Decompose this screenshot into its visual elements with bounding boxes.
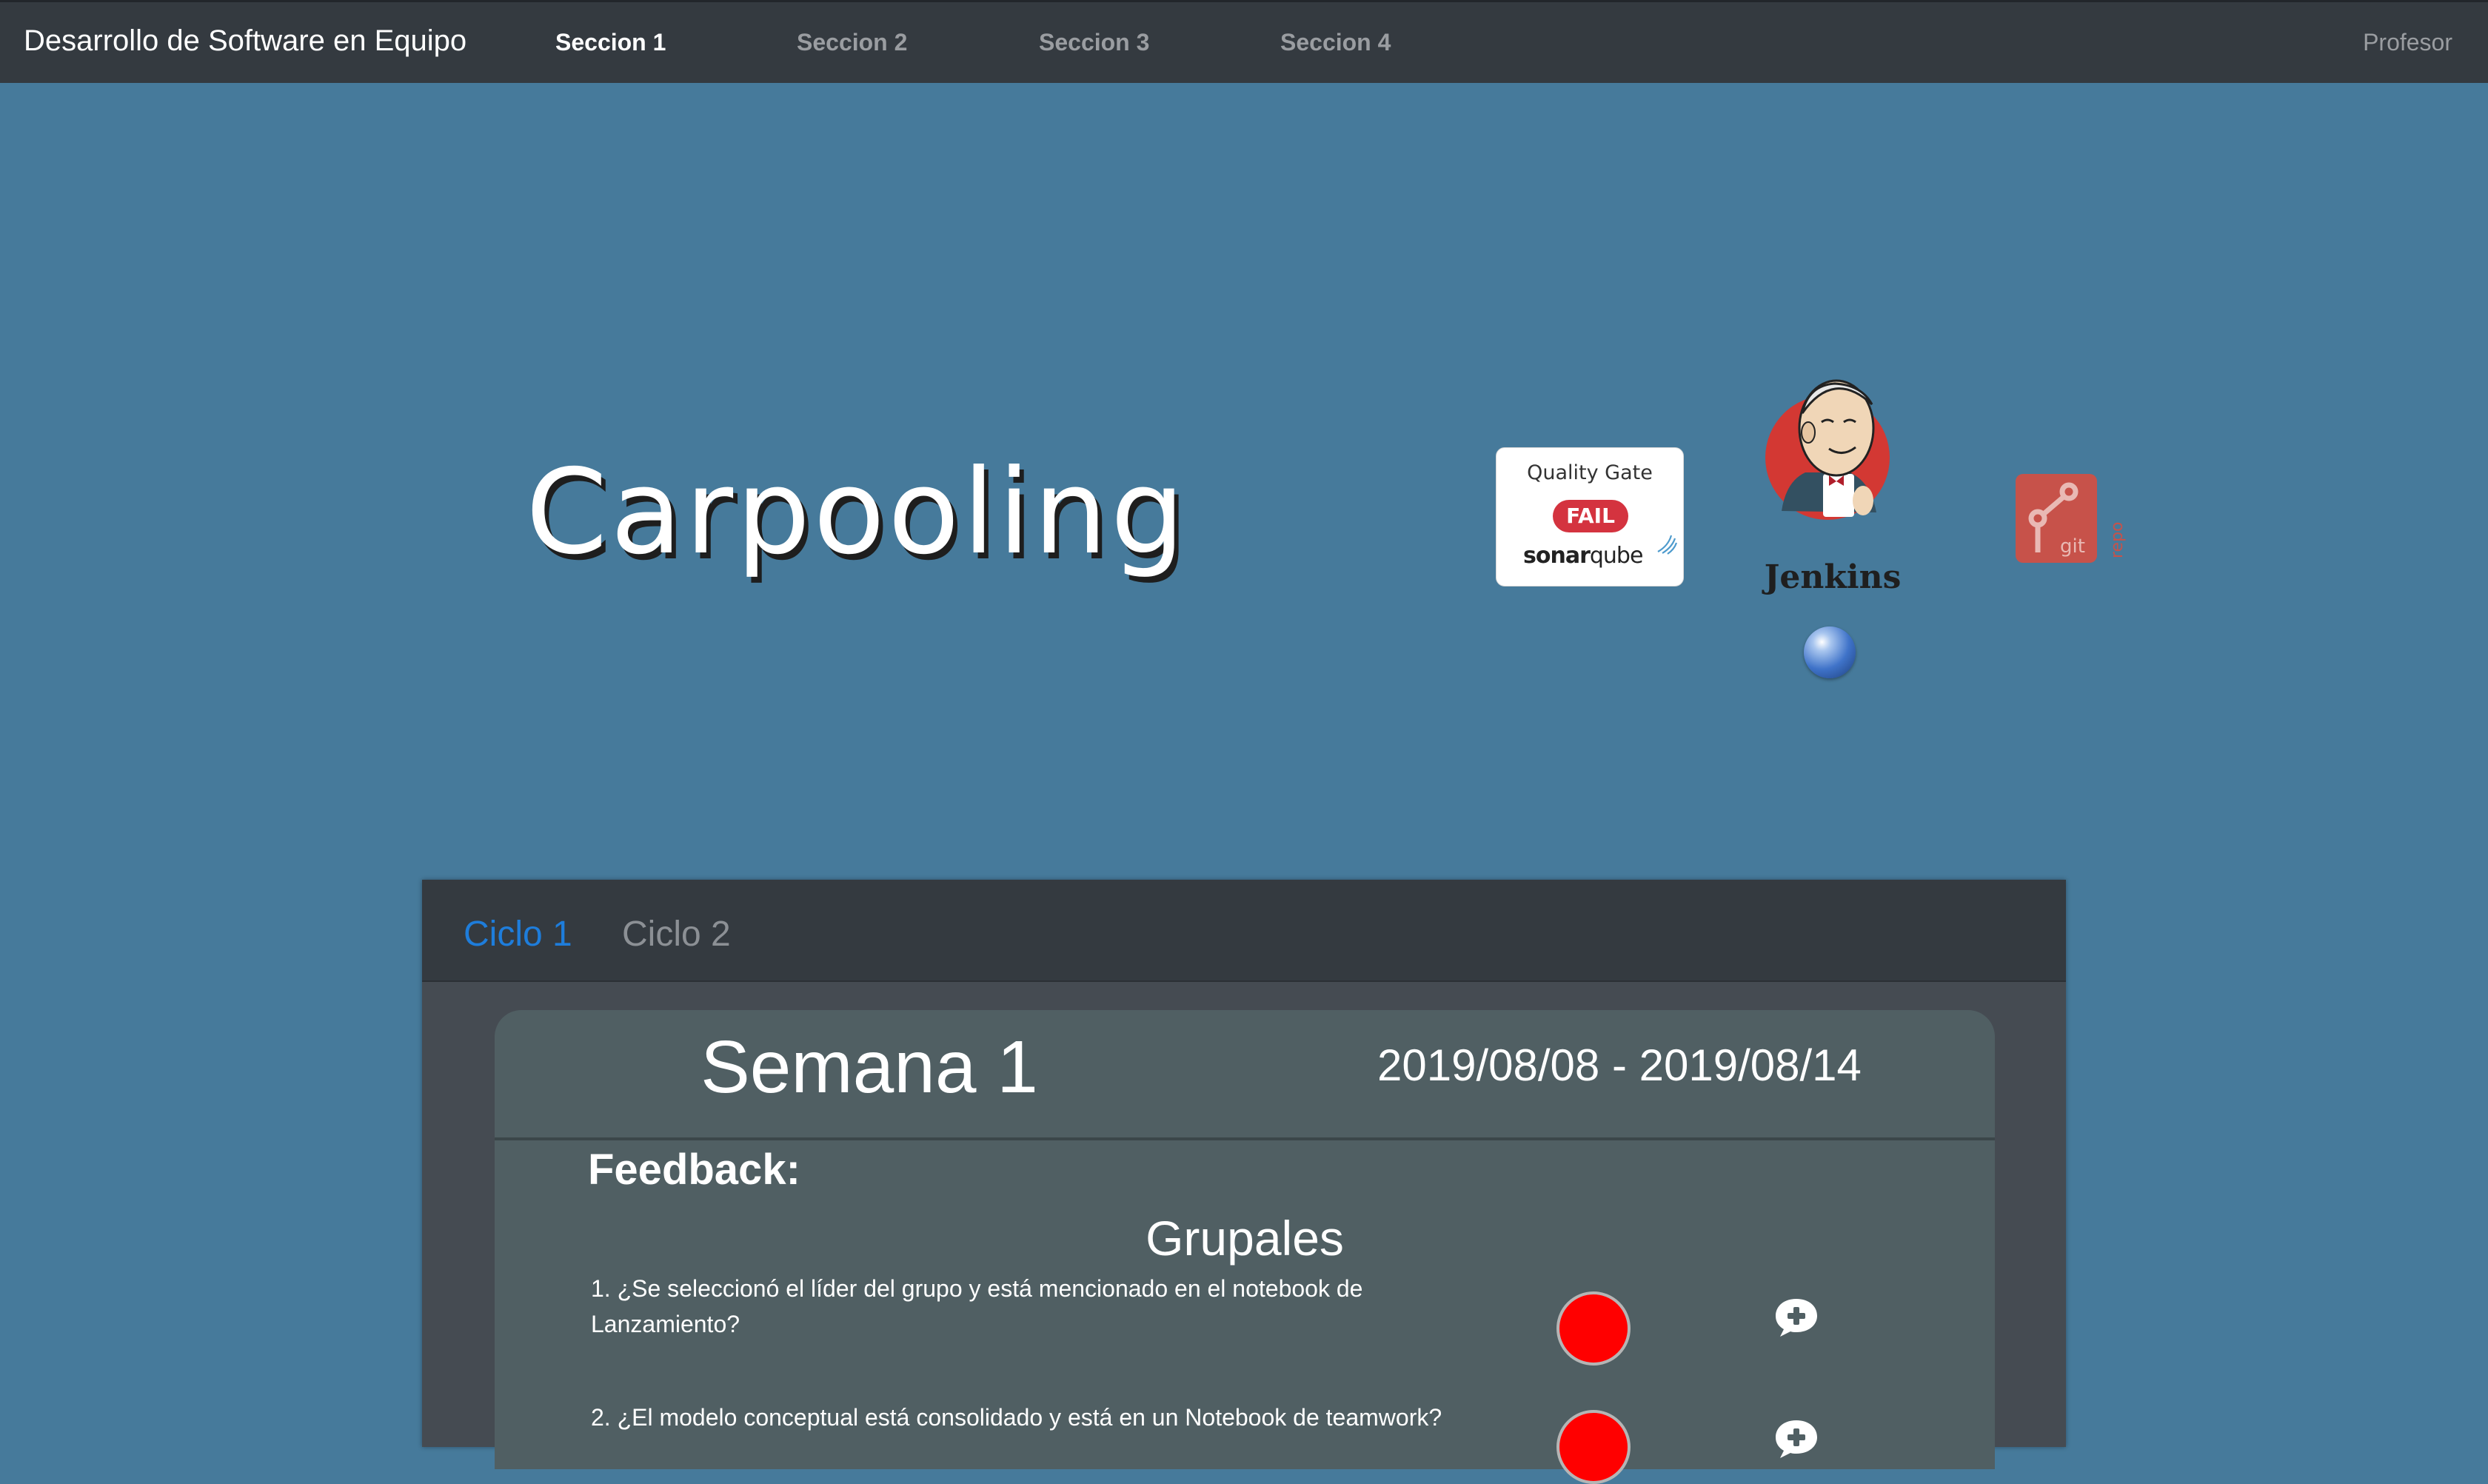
week-header: Semana 1 2019/08/08 - 2019/08/14 — [495, 1010, 1995, 1140]
feedback-heading: Feedback: — [588, 1146, 800, 1194]
question-1-add-comment-icon[interactable] — [1773, 1296, 1820, 1339]
build-status-ball-icon[interactable] — [1804, 626, 1856, 678]
svg-text:repo: repo — [2108, 521, 2127, 558]
sonarqube-logo-prefix: sonar — [1523, 543, 1591, 569]
sonarqube-logo-suffix: qube — [1589, 543, 1644, 569]
question-1-text: 1. ¿Se seleccionó el líder del grupo y e… — [591, 1275, 1363, 1337]
project-title: Carpooling — [526, 444, 1188, 581]
user-menu-profesor[interactable]: Profesor — [2363, 29, 2452, 56]
tab-ciclo-1[interactable]: Ciclo 1 — [464, 914, 572, 955]
week-dates: 2019/08/08 - 2019/08/14 — [1377, 1040, 1862, 1090]
group-feedback-heading: Grupales — [1146, 1211, 1344, 1266]
cycle-panel: Ciclo 1 Ciclo 2 Semana 1 2019/08/08 - 20… — [422, 880, 2066, 1484]
sonarqube-logo: sonarqube — [1523, 535, 1677, 569]
nav-item-seccion-2[interactable]: Seccion 2 — [797, 29, 907, 56]
week-title: Semana 1 — [700, 1026, 1038, 1109]
jenkins-label: Jenkins — [1764, 558, 1902, 596]
question-2-status-indicator[interactable] — [1556, 1410, 1631, 1484]
top-navbar: Desarrollo de Software en Equipo Seccion… — [0, 0, 2488, 83]
navbar-brand[interactable]: Desarrollo de Software en Equipo — [24, 24, 466, 58]
git-repo-icon[interactable]: git repo — [2011, 469, 2130, 567]
week-card: Semana 1 2019/08/08 - 2019/08/14 Feedbac… — [495, 1010, 1995, 1484]
jenkins-butler-icon[interactable] — [1759, 370, 1907, 526]
sonarqube-quality-gate-badge[interactable]: Quality Gate FAIL sonarqube — [1496, 447, 1684, 586]
svg-text:git: git — [2060, 535, 2085, 558]
quality-gate-status: FAIL — [1553, 500, 1628, 532]
question-1-status-indicator[interactable] — [1556, 1291, 1631, 1366]
question-2-add-comment-icon[interactable] — [1773, 1417, 1820, 1460]
tab-ciclo-2[interactable]: Ciclo 2 — [622, 914, 731, 955]
question-2-text: 2. ¿El modelo conceptual está consolidad… — [591, 1404, 1442, 1431]
quality-gate-label: Quality Gate — [1527, 461, 1653, 484]
nav-item-seccion-4[interactable]: Seccion 4 — [1280, 29, 1391, 56]
nav-item-seccion-3[interactable]: Seccion 3 — [1039, 29, 1149, 56]
nav-item-seccion-1[interactable]: Seccion 1 — [555, 29, 666, 56]
cycle-tabs: Ciclo 1 Ciclo 2 — [422, 880, 2066, 982]
